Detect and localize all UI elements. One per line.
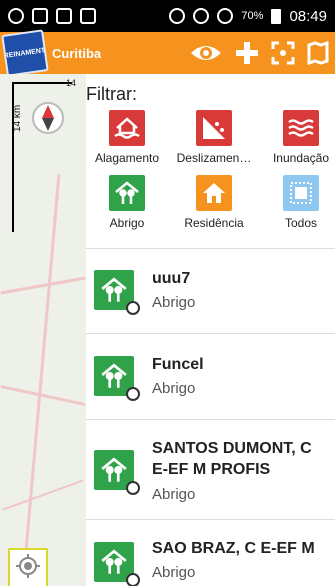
- no-signal-icon: [217, 8, 234, 24]
- list-item[interactable]: uuu7 Abrigo: [86, 250, 335, 334]
- list-item-title: Funcel: [152, 356, 204, 373]
- battery-percent: 70%: [241, 10, 264, 22]
- map-scale-label: 14 km: [12, 104, 23, 132]
- map-view[interactable]: 14 14 km: [0, 74, 86, 586]
- filter-grid: Alagamento Deslizamen… Inundação Abrigo …: [86, 110, 335, 230]
- filter-residencia[interactable]: Residência: [168, 175, 260, 230]
- voicemail-icon: [80, 8, 96, 24]
- compass-icon[interactable]: [32, 102, 64, 134]
- map-pin-icon[interactable]: [307, 41, 329, 65]
- database-icon: [126, 387, 140, 401]
- filter-panel: Filtrar: Alagamento Deslizamen… Inundaçã…: [86, 74, 335, 586]
- logo-text: TREINAMENTO: [1, 45, 49, 61]
- filter-label: Todos: [284, 216, 318, 230]
- list-item[interactable]: Funcel Abrigo: [86, 334, 335, 420]
- list-item-title: uuu7: [152, 270, 191, 287]
- list-item-subtitle: Abrigo: [152, 486, 196, 503]
- all-icon: [283, 175, 319, 211]
- list-item-title-line2: E-EF M PROFIS: [152, 461, 271, 478]
- crosshair-icon: [15, 553, 41, 584]
- whatsapp-icon: [8, 8, 24, 24]
- divider: [86, 248, 335, 249]
- list-item-subtitle: Abrigo: [152, 564, 196, 581]
- filter-deslizamento[interactable]: Deslizamen…: [168, 110, 260, 165]
- battery-icon: [271, 8, 282, 24]
- database-icon: [126, 573, 140, 586]
- wifi-icon: [193, 8, 210, 24]
- landslide-icon: [196, 110, 232, 146]
- filter-label: Alagamento: [94, 151, 160, 165]
- app-logo[interactable]: TREINAMENTO: [1, 29, 49, 77]
- eye-icon[interactable]: [189, 42, 223, 64]
- home-icon: [196, 175, 232, 211]
- filter-label: Residência: [184, 216, 244, 230]
- list-item-title: SANTOS DUMONT, C: [152, 440, 312, 457]
- filter-label: Abrigo: [109, 216, 145, 230]
- shelter-icon: [94, 450, 140, 495]
- database-icon: [126, 301, 140, 315]
- app-title: Curitiba: [52, 45, 102, 61]
- list-item-subtitle: Abrigo: [152, 294, 196, 311]
- shelter-icon: [94, 542, 140, 586]
- list-item[interactable]: SANTOS DUMONT, C E-EF M PROFIS Abrigo: [86, 420, 335, 520]
- image-icon: [32, 8, 48, 24]
- list-item[interactable]: SAO BRAZ, C E-EF M Abrigo: [86, 520, 335, 586]
- database-icon: [126, 481, 140, 495]
- shelter-icon: [109, 175, 145, 211]
- filter-label: Inundação: [272, 151, 330, 165]
- shelter-icon: [94, 356, 140, 401]
- map-scale-top-label: 14: [66, 78, 77, 88]
- filter-inundacao[interactable]: Inundação: [260, 110, 335, 165]
- filter-title: Filtrar:: [86, 84, 137, 104]
- add-icon[interactable]: [235, 41, 259, 65]
- waves-icon: [283, 110, 319, 146]
- filter-abrigo[interactable]: Abrigo: [86, 175, 168, 230]
- filter-todos[interactable]: Todos: [260, 175, 335, 230]
- shelter-icon: [94, 270, 140, 315]
- clock: 08:49: [289, 7, 327, 25]
- status-bar: 70% 08:49: [0, 0, 335, 32]
- list-item-subtitle: Abrigo: [152, 380, 196, 397]
- list-item-title: SAO BRAZ, C E-EF M: [152, 540, 315, 557]
- filter-alagamento[interactable]: Alagamento: [86, 110, 168, 165]
- alarm-icon: [169, 8, 186, 24]
- flood-house-icon: [109, 110, 145, 146]
- focus-icon[interactable]: [271, 41, 295, 65]
- app-bar: TREINAMENTO Curitiba: [0, 29, 335, 77]
- shelter-list: uuu7 Abrigo Funcel Abrigo SANTOS DUMONT,…: [86, 250, 335, 586]
- locate-button[interactable]: [8, 548, 48, 586]
- gallery-icon: [56, 8, 72, 24]
- filter-label: Deslizamen…: [176, 151, 252, 165]
